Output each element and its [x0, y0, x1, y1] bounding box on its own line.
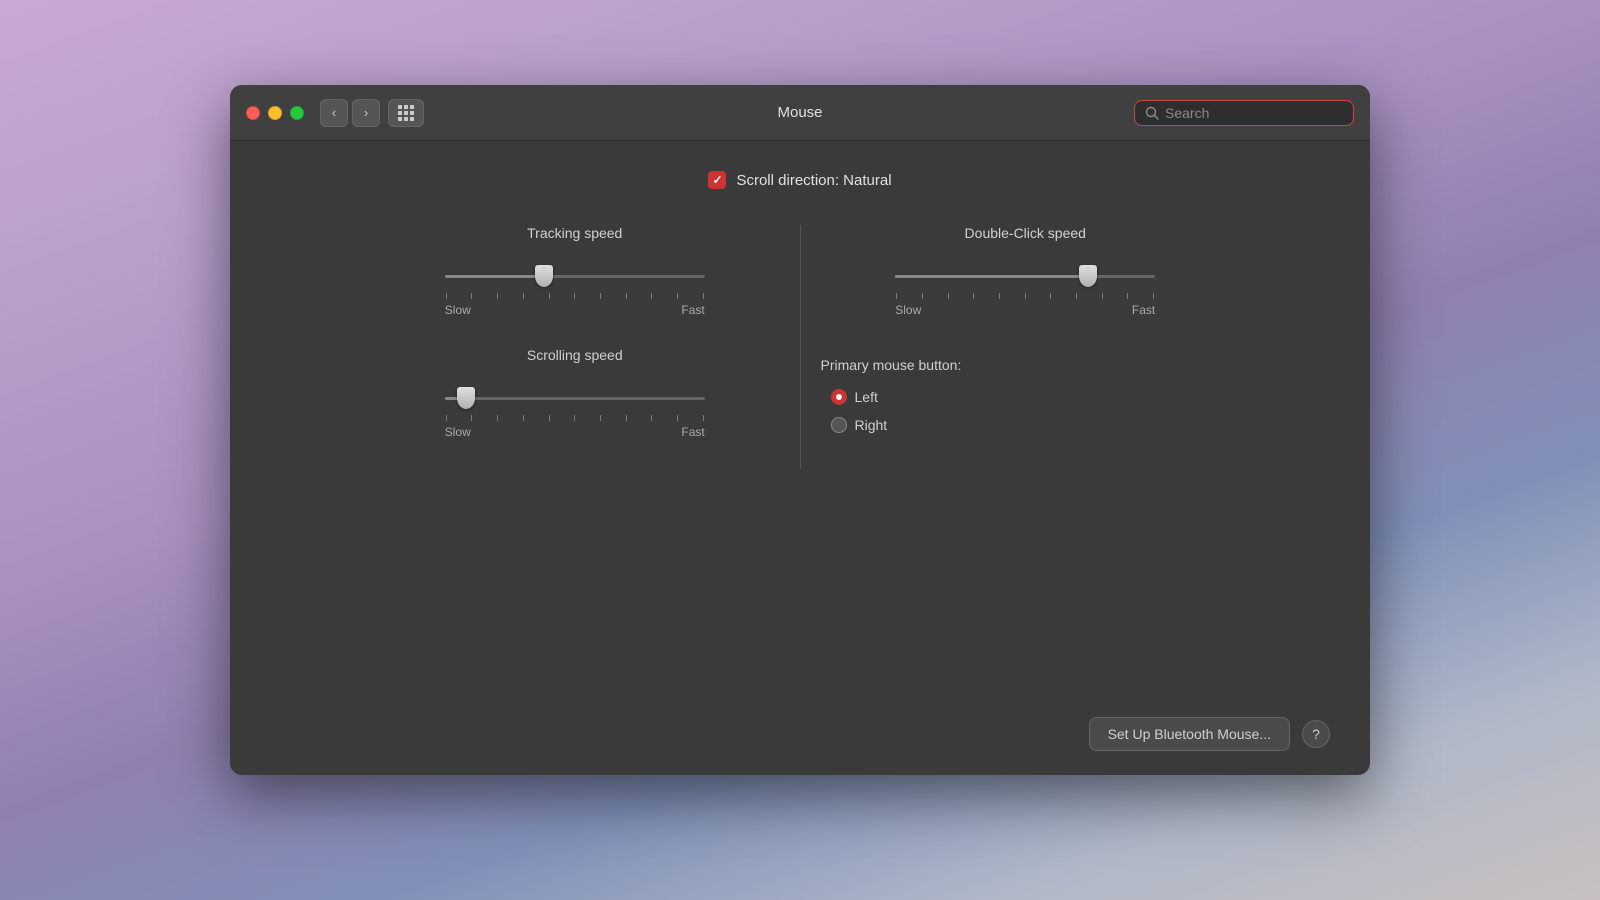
system-preferences-window: ‹ › Mouse: [230, 85, 1370, 775]
dclick-slow-label: Slow: [895, 303, 921, 317]
tracking-speed-fill: [445, 275, 544, 278]
radio-right-label: Right: [855, 417, 888, 433]
radio-left-indicator: [831, 389, 847, 405]
forward-icon: ›: [364, 105, 368, 120]
scroll-direction-row: ✓ Scroll direction: Natural: [708, 171, 891, 189]
settings-columns: Tracking speed Slow Fast: [350, 225, 1250, 469]
content-area: ✓ Scroll direction: Natural Tracking spe…: [230, 141, 1370, 701]
tracking-slow-label: Slow: [445, 303, 471, 317]
scrolling-speed-labels: Slow Fast: [445, 425, 705, 439]
help-button[interactable]: ?: [1302, 720, 1330, 748]
back-icon: ‹: [332, 105, 336, 120]
double-click-speed-labels: Slow Fast: [895, 303, 1155, 317]
radio-right-indicator: [831, 417, 847, 433]
radio-left[interactable]: Left: [831, 389, 1231, 405]
tracking-speed-track: [445, 275, 705, 278]
nav-buttons: ‹ ›: [320, 99, 424, 127]
right-col-inner: Double-Click speed: [821, 225, 1231, 433]
double-click-speed-slider-wrap: [895, 261, 1155, 291]
radio-left-label: Left: [855, 389, 878, 405]
double-click-speed-title: Double-Click speed: [965, 225, 1086, 241]
tracking-speed-thumb[interactable]: [535, 265, 553, 287]
tracking-speed-title: Tracking speed: [527, 225, 622, 241]
grid-icon: [398, 105, 414, 121]
dclick-fast-label: Fast: [1132, 303, 1155, 317]
bottom-bar: Set Up Bluetooth Mouse... ?: [230, 701, 1370, 775]
double-click-speed-fill: [895, 275, 1087, 278]
tracking-speed-container: Tracking speed Slow Fast: [370, 225, 780, 317]
scrolling-speed-thumb[interactable]: [457, 387, 475, 409]
double-click-speed-thumb[interactable]: [1079, 265, 1097, 287]
bluetooth-button[interactable]: Set Up Bluetooth Mouse...: [1089, 717, 1290, 751]
traffic-lights: [246, 106, 304, 120]
minimize-button[interactable]: [268, 106, 282, 120]
radio-left-dot: [836, 394, 842, 400]
grid-button[interactable]: [388, 99, 424, 127]
primary-button-title: Primary mouse button:: [821, 357, 1231, 373]
radio-group: Left Right: [831, 389, 1231, 433]
radio-right[interactable]: Right: [831, 417, 1231, 433]
maximize-button[interactable]: [290, 106, 304, 120]
tracking-speed-labels: Slow Fast: [445, 303, 705, 317]
search-box[interactable]: [1134, 100, 1354, 126]
scrolling-speed-track: [445, 397, 705, 400]
primary-button-section: Primary mouse button: Left Right: [821, 357, 1231, 433]
scrolling-fast-label: Fast: [681, 425, 704, 439]
search-input[interactable]: [1165, 105, 1343, 121]
checkmark-icon: ✓: [712, 173, 722, 187]
tracking-speed-ticks: [445, 293, 705, 299]
left-column: Tracking speed Slow Fast: [350, 225, 801, 469]
double-click-speed-ticks: [895, 293, 1155, 299]
tracking-fast-label: Fast: [681, 303, 704, 317]
double-click-speed-container: Double-Click speed: [821, 225, 1231, 317]
scrolling-speed-title: Scrolling speed: [527, 347, 623, 363]
scroll-direction-label: Scroll direction: Natural: [736, 172, 891, 189]
forward-button[interactable]: ›: [352, 99, 380, 127]
window-title: Mouse: [777, 104, 822, 121]
search-icon: [1145, 106, 1159, 120]
close-button[interactable]: [246, 106, 260, 120]
scrolling-speed-slider-wrap: [445, 383, 705, 413]
scrolling-speed-container: Scrolling speed Slow Fast: [370, 347, 780, 439]
right-column: Double-Click speed: [801, 225, 1251, 469]
scrolling-slow-label: Slow: [445, 425, 471, 439]
tracking-speed-slider-wrap: [445, 261, 705, 291]
titlebar: ‹ › Mouse: [230, 85, 1370, 141]
scroll-direction-checkbox[interactable]: ✓: [708, 171, 726, 189]
back-button[interactable]: ‹: [320, 99, 348, 127]
scrolling-speed-ticks: [445, 415, 705, 421]
double-click-speed-track: [895, 275, 1155, 278]
